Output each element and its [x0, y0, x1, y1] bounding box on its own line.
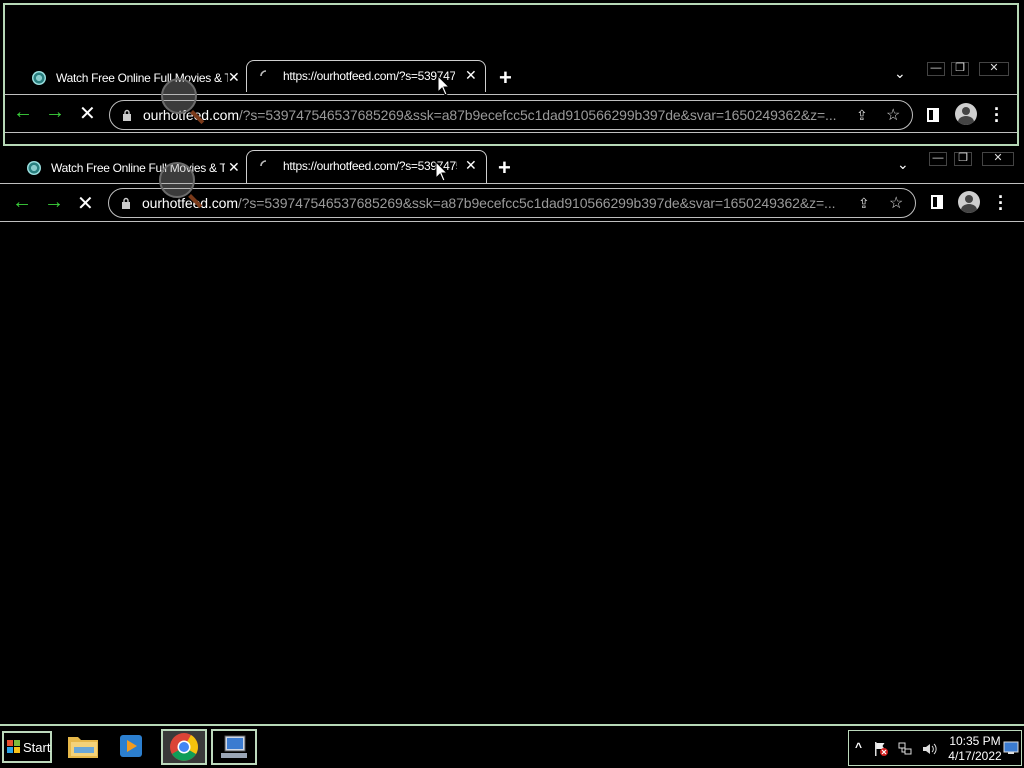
lock-icon [122, 197, 130, 209]
magnifier-icon [161, 78, 197, 114]
taskbar-network-connections[interactable] [211, 729, 257, 765]
profile-avatar-icon[interactable] [955, 103, 977, 125]
close-icon[interactable]: ✕ [465, 67, 477, 84]
url-text: ourhotfeed.com/?s=539747546537685269&ssk… [142, 195, 844, 211]
show-desktop-icon[interactable] [1003, 741, 1019, 755]
minimize-button[interactable]: — [927, 62, 945, 76]
taskbar-media-player[interactable] [110, 729, 156, 765]
tab-title: Watch Free Online Full Movies & TV [51, 161, 225, 175]
ghost-browser-window: Watch Free Online Full Movies & TV ✕ htt… [3, 3, 1019, 146]
lock-icon [123, 109, 131, 121]
ghost-tab-movies[interactable]: Watch Free Online Full Movies & TV ✕ [17, 62, 247, 92]
loading-spinner-icon [260, 70, 267, 77]
taskbar: Start ^ 10:35 PM 4/17/2022 [0, 724, 1024, 768]
tabstrip-divider [0, 183, 1024, 184]
side-panel-icon[interactable] [927, 108, 939, 122]
loading-spinner-icon [260, 160, 267, 167]
start-label: Start [23, 740, 51, 755]
tab-ourhotfeed[interactable]: https://ourhotfeed.com/?s=5397475 ✕ [246, 150, 487, 184]
stop-loading-icon[interactable]: ✕ [77, 191, 94, 216]
network-computer-icon [221, 735, 247, 758]
tabstrip-divider [5, 94, 1017, 95]
tab-title: https://ourhotfeed.com/?s=5397475 [283, 159, 457, 173]
site-favicon-icon [27, 161, 41, 175]
media-player-icon [120, 735, 142, 757]
url-text: ourhotfeed.com/?s=539747546537685269&ssk… [143, 107, 843, 123]
stop-loading-icon[interactable]: ✕ [79, 101, 96, 126]
ghost-tab-title: Watch Free Online Full Movies & TV [56, 71, 228, 85]
minimize-button[interactable]: — [929, 152, 947, 166]
forward-arrow-icon[interactable]: → [44, 191, 64, 214]
browser-window: Watch Free Online Full Movies & TV ✕ htt… [0, 148, 1024, 724]
close-icon[interactable]: ✕ [228, 159, 240, 176]
address-bar[interactable]: ourhotfeed.com/?s=539747546537685269&ssk… [109, 100, 913, 130]
url-path: /?s=539747546537685269&ssk=a87b9ecefcc5c… [238, 107, 837, 123]
clock[interactable]: 10:35 PM 4/17/2022 [945, 734, 1005, 764]
tab-list-chevron-down-icon[interactable]: ⌄ [897, 156, 909, 173]
action-center-flag-icon[interactable] [873, 741, 889, 757]
windows-logo-icon [7, 740, 20, 753]
ghost-tab-title: https://ourhotfeed.com/?s=5397475 [283, 69, 455, 83]
start-button[interactable]: Start [2, 731, 52, 763]
chrome-icon [170, 733, 198, 761]
browser-menu-icon[interactable]: · · · [998, 188, 1004, 218]
magnifier-icon [159, 162, 195, 198]
close-icon[interactable]: ✕ [465, 157, 477, 174]
toolbar-divider [5, 132, 1017, 133]
page-viewport[interactable] [0, 222, 1024, 724]
system-tray: ^ 10:35 PM 4/17/2022 [848, 730, 1022, 766]
close-icon[interactable]: ✕ [228, 69, 240, 86]
taskbar-chrome[interactable] [161, 729, 207, 765]
restore-button[interactable]: ❐ [951, 62, 969, 76]
folder-icon [68, 737, 98, 758]
share-icon[interactable]: ⇪ [856, 107, 868, 124]
tab-list-chevron-down-icon[interactable]: ⌄ [894, 65, 906, 82]
back-arrow-icon[interactable]: ← [13, 101, 33, 124]
close-window-button[interactable]: ✕ [979, 62, 1009, 76]
share-icon[interactable]: ⇪ [858, 195, 870, 212]
profile-avatar-icon[interactable] [958, 191, 980, 213]
close-window-button[interactable]: ✕ [982, 152, 1014, 166]
tab-movies[interactable]: Watch Free Online Full Movies & TV ✕ [12, 152, 244, 182]
address-bar[interactable]: ourhotfeed.com/?s=539747546537685269&ssk… [108, 188, 916, 218]
bookmark-star-icon[interactable]: ☆ [886, 105, 900, 125]
new-tab-button[interactable]: + [498, 155, 511, 181]
taskbar-file-explorer[interactable] [62, 729, 108, 765]
new-tab-button[interactable]: + [499, 65, 512, 91]
restore-button[interactable]: ❐ [954, 152, 972, 166]
site-favicon-icon [32, 71, 46, 85]
browser-menu-icon[interactable]: · · · [994, 100, 1000, 130]
clock-date: 4/17/2022 [948, 749, 1002, 763]
side-panel-icon[interactable] [931, 195, 943, 209]
url-path: /?s=539747546537685269&ssk=a87b9ecefcc5c… [237, 195, 836, 211]
volume-icon[interactable] [921, 741, 939, 757]
forward-arrow-icon[interactable]: → [45, 101, 65, 124]
show-hidden-icons-chevron-up-icon[interactable]: ^ [855, 740, 862, 754]
back-arrow-icon[interactable]: ← [12, 191, 32, 214]
mouse-cursor-icon [437, 75, 451, 96]
bookmark-star-icon[interactable]: ☆ [889, 193, 903, 213]
mouse-cursor-icon [435, 161, 449, 182]
network-icon[interactable] [897, 741, 913, 757]
clock-time: 10:35 PM [949, 734, 1001, 748]
